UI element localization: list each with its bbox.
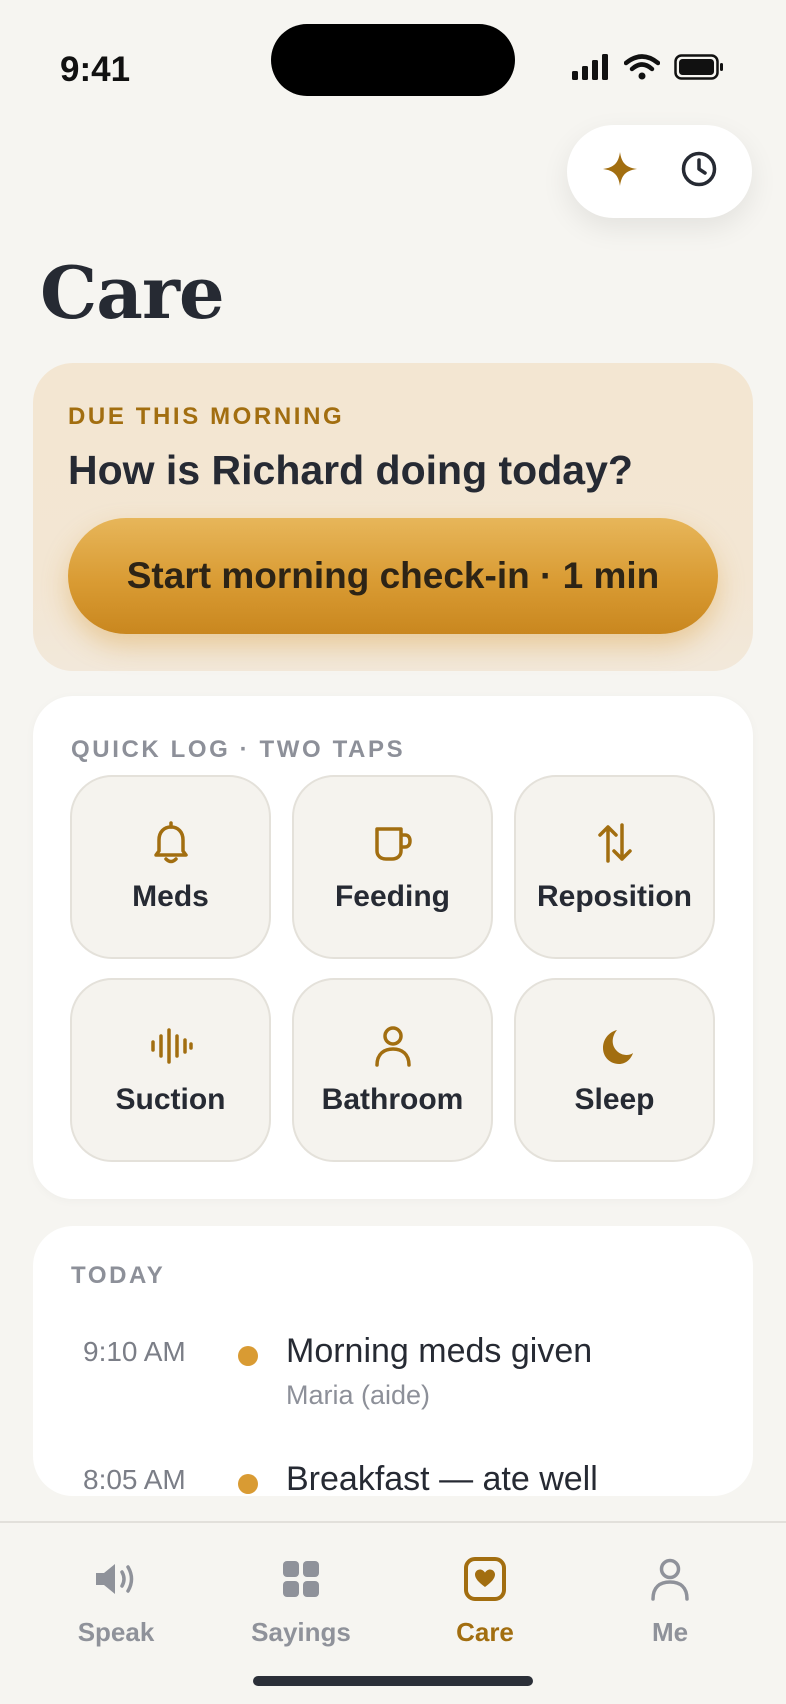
quick-log-reposition[interactable]: Reposition — [514, 775, 715, 959]
quick-log-meds[interactable]: Meds — [70, 775, 271, 959]
tab-care[interactable]: Care — [410, 1553, 560, 1648]
quick-log-suction[interactable]: Suction — [70, 978, 271, 1162]
entry-subtitle: Maria (aide) — [286, 1380, 431, 1410]
quick-log-label: Suction — [115, 1083, 226, 1116]
battery-icon — [674, 54, 724, 85]
mug-icon — [372, 820, 414, 866]
entry-dot — [238, 1346, 258, 1366]
tab-speak[interactable]: Speak — [41, 1553, 191, 1648]
signal-icon — [572, 54, 610, 85]
waveform-icon — [149, 1023, 193, 1069]
today-eyebrow: TODAY — [71, 1262, 166, 1289]
grid-icon — [281, 1553, 321, 1605]
quick-log-label: Bathroom — [321, 1083, 464, 1116]
history-button[interactable] — [669, 142, 729, 202]
tab-sayings[interactable]: Sayings — [226, 1553, 376, 1648]
dynamic-island — [271, 24, 515, 96]
quick-log-label: Reposition — [537, 880, 692, 913]
entry-dot — [238, 1474, 258, 1494]
bell-icon — [151, 820, 191, 866]
status-icons — [572, 54, 724, 85]
checkin-eyebrow: DUE THIS MORNING — [68, 403, 345, 430]
timeline-entry[interactable]: 9:10 AM Morning meds given Maria (aide) — [33, 1332, 753, 1436]
today-card: TODAY 9:10 AM Morning meds given Maria (… — [33, 1226, 753, 1496]
assistant-button[interactable] — [590, 142, 650, 202]
tab-me[interactable]: Me — [595, 1553, 745, 1648]
tab-label: Me — [651, 1617, 689, 1647]
speaker-icon — [93, 1553, 139, 1605]
sparkle-icon — [602, 151, 638, 192]
quick-log-label: Meds — [132, 880, 209, 913]
checkin-question: How is Richard doing today? — [68, 447, 633, 493]
quick-log-label: Sleep — [574, 1083, 655, 1116]
start-checkin-button[interactable]: Start morning check-in · 1 min — [68, 518, 718, 634]
status-time: 9:41 — [60, 50, 131, 89]
tab-label: Sayings — [251, 1617, 351, 1647]
moon-icon — [595, 1023, 635, 1069]
heart-square-icon — [463, 1553, 507, 1605]
tab-label: Care — [456, 1617, 514, 1647]
header-actions — [567, 125, 752, 218]
entry-title: Morning meds given — [286, 1332, 593, 1370]
entry-title: Breakfast — ate well — [286, 1460, 598, 1496]
clock-icon — [680, 150, 718, 193]
quick-log-bathroom[interactable]: Bathroom — [292, 978, 493, 1162]
quick-log-label: Feeding — [334, 880, 450, 913]
quick-log-card: QUICK LOG · TWO TAPS Meds Feeding Reposi… — [33, 696, 753, 1199]
entry-time: 8:05 AM — [83, 1464, 186, 1495]
tab-label: Speak — [77, 1617, 155, 1647]
page-title: Care — [40, 250, 225, 335]
person-icon — [373, 1023, 413, 1069]
status-bar: 9:41 — [0, 0, 786, 130]
quick-log-feeding[interactable]: Feeding — [292, 775, 493, 959]
timeline-entry[interactable]: 8:05 AM Breakfast — ate well — [33, 1460, 753, 1496]
home-indicator[interactable] — [253, 1676, 533, 1686]
quick-log-sleep[interactable]: Sleep — [514, 978, 715, 1162]
wifi-icon — [623, 54, 661, 85]
checkin-card: DUE THIS MORNING How is Richard doing to… — [33, 363, 753, 671]
swap-vertical-icon — [595, 820, 635, 866]
quick-log-eyebrow: QUICK LOG · TWO TAPS — [71, 736, 406, 763]
entry-time: 9:10 AM — [83, 1336, 186, 1367]
person-icon — [650, 1553, 690, 1605]
